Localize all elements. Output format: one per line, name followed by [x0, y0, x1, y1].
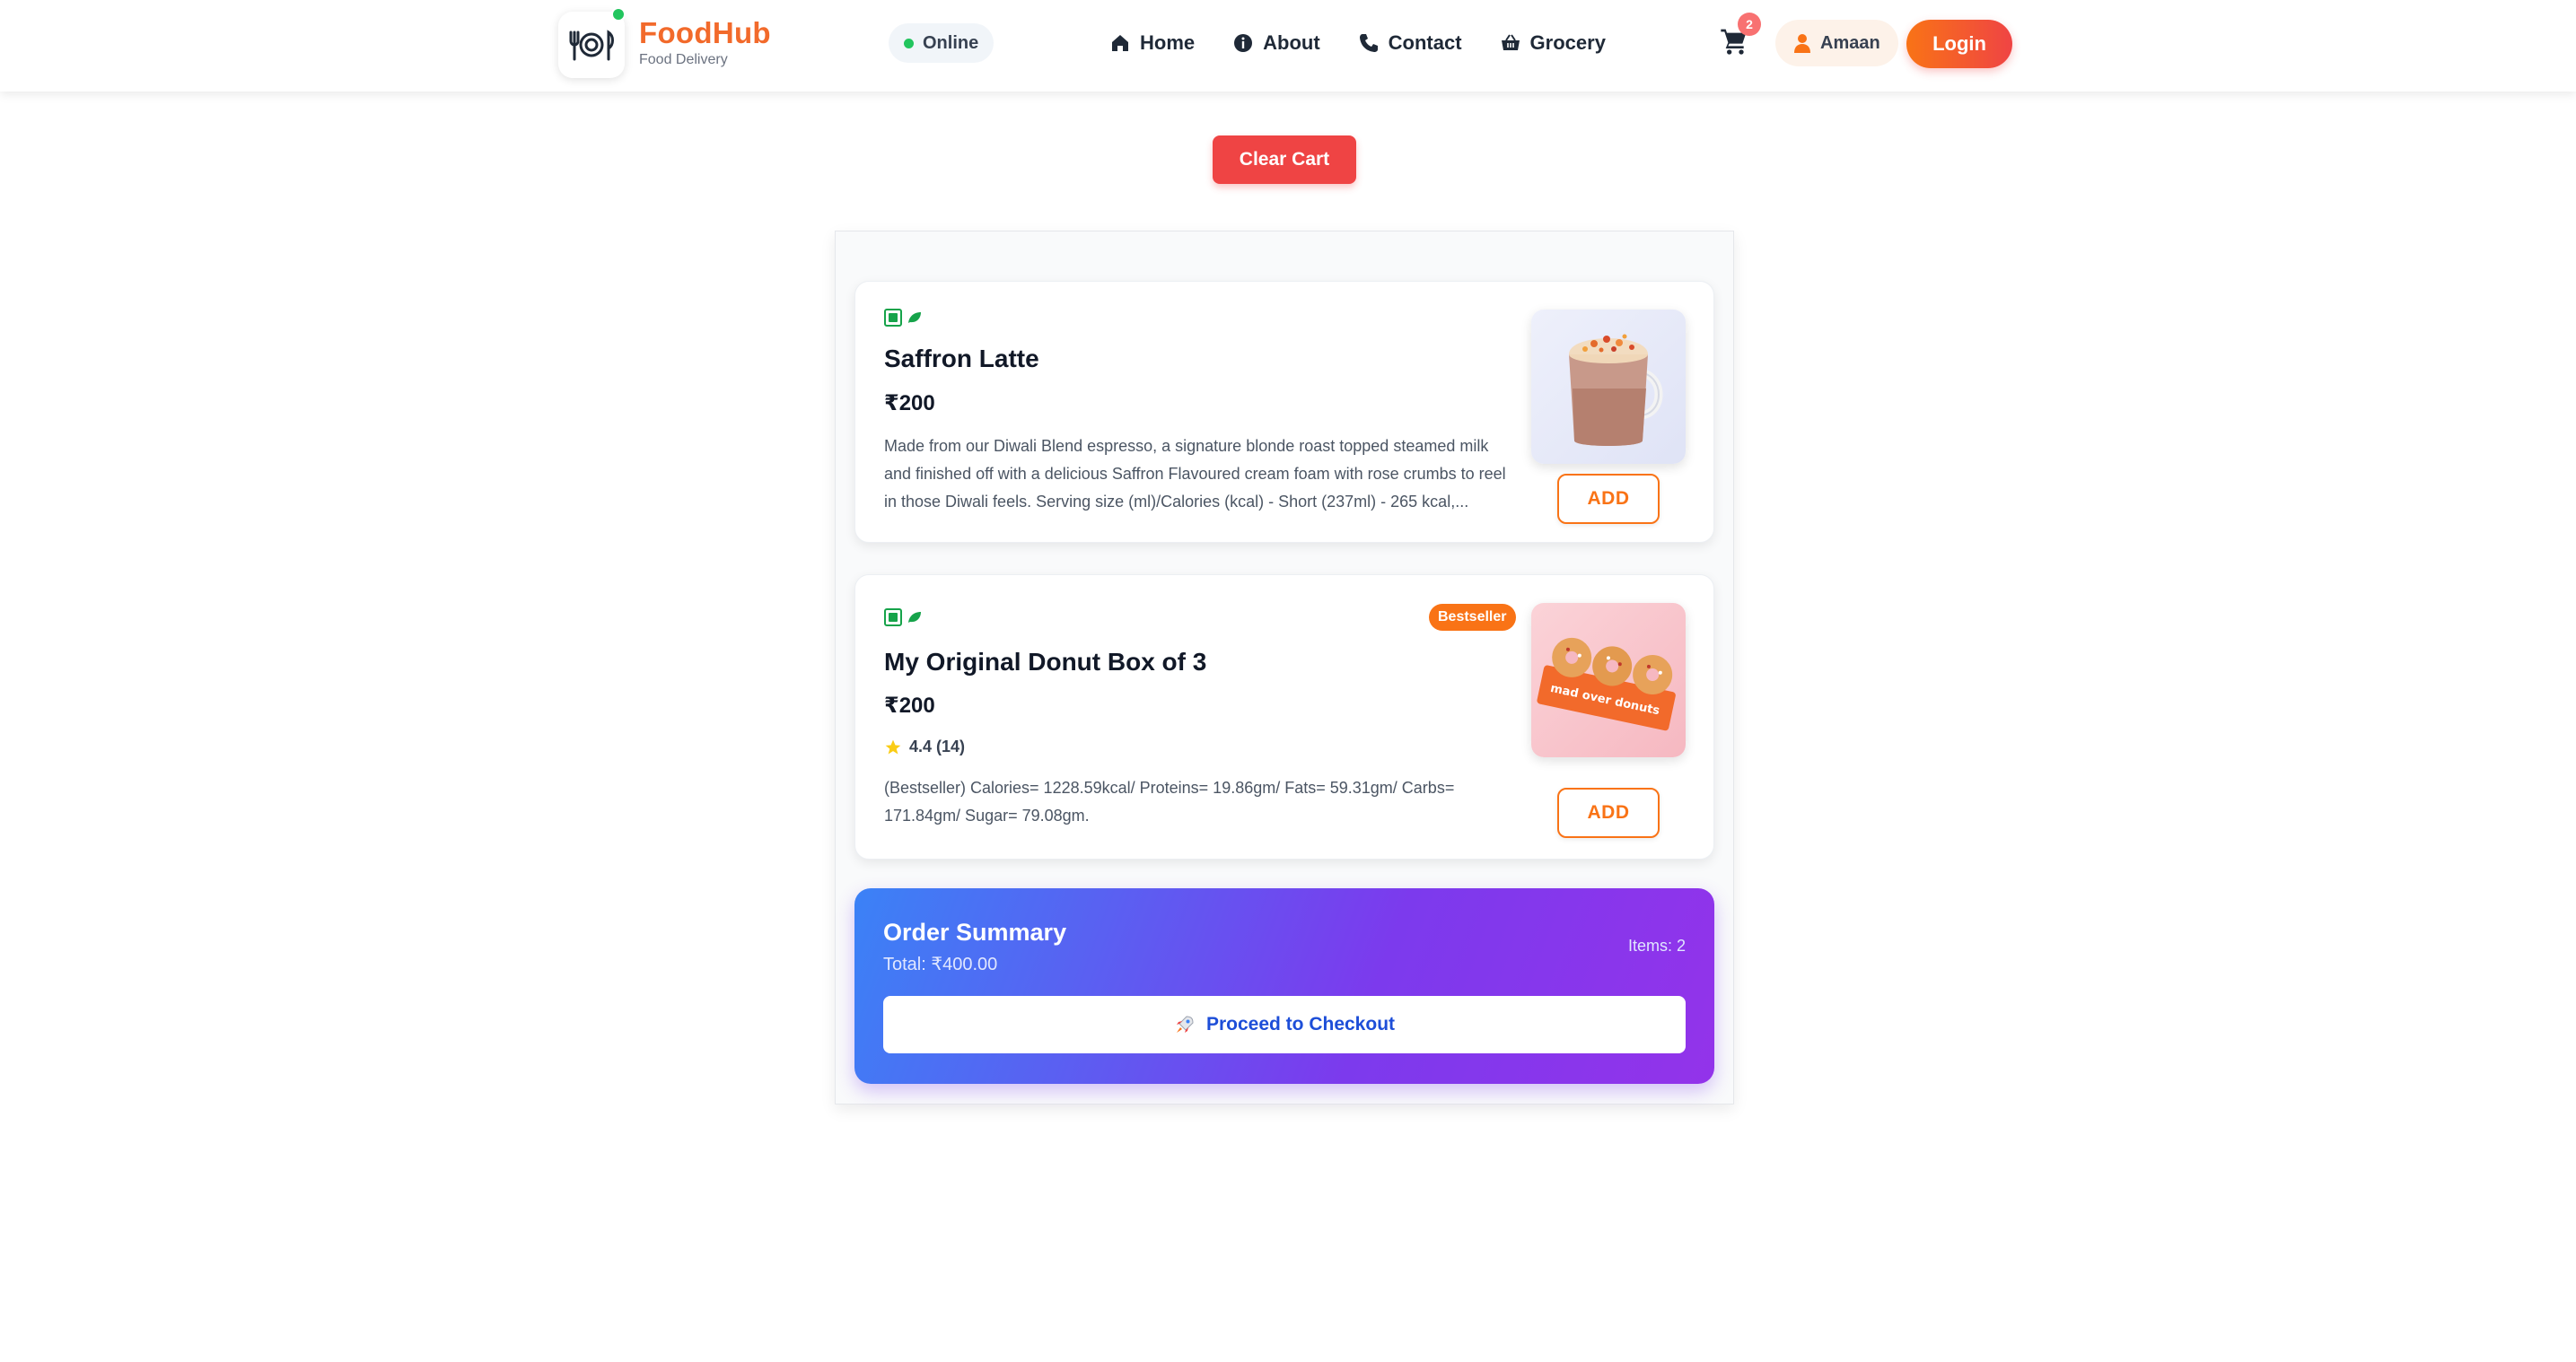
checkout-label: Proceed to Checkout — [1205, 1014, 1396, 1035]
item-image — [1531, 310, 1686, 464]
home-icon — [1112, 35, 1128, 51]
nav-home-label: Home — [1140, 31, 1196, 54]
add-button[interactable]: ADD — [1557, 788, 1660, 838]
veg-icon — [884, 309, 902, 327]
status-badge: Online — [889, 23, 994, 63]
add-button[interactable]: ADD — [1557, 474, 1660, 524]
logo[interactable] — [558, 12, 625, 78]
nav-contact[interactable]: Contact — [1358, 27, 1462, 59]
status-dot — [904, 38, 914, 48]
online-dot — [611, 7, 626, 22]
nav-about[interactable]: About — [1232, 27, 1320, 59]
order-summary: Order Summary Total: ₹400.00 Items: 2 Pr… — [854, 888, 1714, 1084]
item-rating: 4.4 (14) — [884, 738, 965, 756]
nav-contact-label: Contact — [1388, 31, 1462, 54]
brand: FoodHub Food Delivery — [639, 18, 771, 68]
latte-image — [1569, 334, 1663, 446]
leaf-icon — [908, 612, 921, 623]
veg-icon — [884, 608, 902, 626]
login-button[interactable]: Login — [1906, 20, 2012, 68]
user-profile[interactable]: Amaan — [1775, 20, 1898, 66]
phone-icon — [1359, 34, 1378, 52]
bestseller-badge: Bestseller — [1429, 604, 1516, 631]
summary-total: Total: ₹400.00 — [883, 955, 998, 974]
checkout-button[interactable]: Proceed to Checkout — [883, 996, 1686, 1053]
item-title: My Original Donut Box of 3 — [884, 648, 1207, 676]
donut-box-image: mad over donuts — [1537, 637, 1676, 731]
item-description: (Bestseller) Calories= 1228.59kcal/ Prot… — [884, 779, 1455, 825]
nav-grocery[interactable]: Grocery — [1500, 27, 1606, 59]
item-image: mad over donuts — [1531, 603, 1686, 757]
brand-subtitle: Food Delivery — [639, 52, 728, 67]
plate-cutlery-icon — [569, 30, 614, 61]
summary-title: Order Summary — [883, 919, 1067, 946]
item-title: Saffron Latte — [884, 345, 1039, 372]
rocket-icon — [1176, 1016, 1194, 1033]
veg-indicator — [884, 309, 922, 327]
brand-name: FoodHub — [639, 16, 771, 49]
user-icon — [1794, 34, 1810, 53]
top-navbar: FoodHub Food Delivery Online Home About … — [0, 0, 2576, 92]
summary-items-count: Items: 2 — [1627, 937, 1686, 955]
user-name: Amaan — [1820, 32, 1880, 53]
status-label: Online — [923, 32, 979, 53]
nav-home[interactable]: Home — [1109, 27, 1195, 59]
main-nav: Home About Contact Grocery — [1109, 27, 1606, 59]
cart-count-badge: 2 — [1738, 13, 1761, 36]
basket-icon — [1501, 34, 1520, 50]
info-icon — [1234, 34, 1253, 52]
item-price: ₹200 — [884, 391, 935, 415]
rating-text: 4.4 (14) — [909, 738, 966, 755]
veg-indicator — [884, 608, 922, 626]
nav-about-label: About — [1263, 31, 1320, 54]
nav-grocery-label: Grocery — [1529, 31, 1606, 54]
star-icon — [885, 739, 901, 754]
leaf-icon — [908, 312, 921, 323]
clear-cart-button[interactable]: Clear Cart — [1213, 135, 1356, 184]
item-price: ₹200 — [884, 694, 935, 718]
item-description: Made from our Diwali Blend espresso, a s… — [884, 437, 1506, 511]
